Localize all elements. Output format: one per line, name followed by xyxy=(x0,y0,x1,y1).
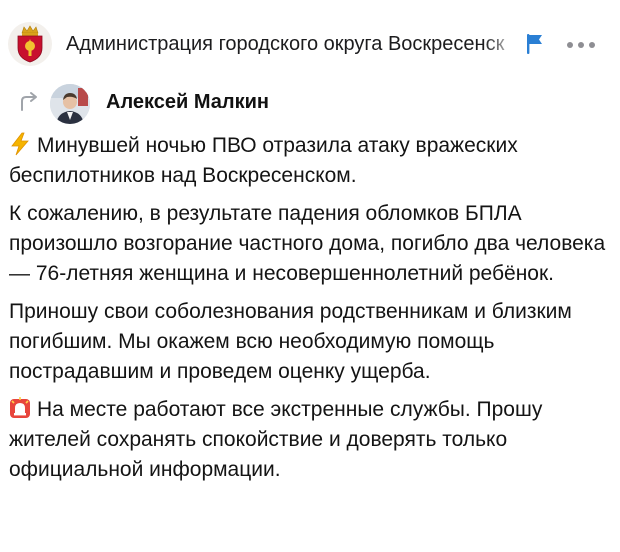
author-photo xyxy=(50,84,90,124)
repost-arrow-icon xyxy=(21,92,37,111)
siren-icon xyxy=(10,397,30,418)
channel-title[interactable]: Администрация городского округа Воскресе… xyxy=(66,33,520,56)
post-header: Администрация городского округа Воскресе… xyxy=(0,0,620,76)
paragraph-text: Приношу свои соболезнования родственника… xyxy=(9,300,572,383)
paragraph-text: Минувшей ночью ПВО отразила атаку вражес… xyxy=(9,134,518,187)
author-name[interactable]: Алексей Малкин xyxy=(106,91,269,114)
flag-icon[interactable] xyxy=(526,33,544,55)
lightning-icon xyxy=(11,132,29,156)
more-dots-icon[interactable] xyxy=(566,41,596,49)
post-paragraph: Минувшей ночью ПВО отразила атаку вражес… xyxy=(9,131,613,191)
paragraph-text: К сожалению, в результате падения обломк… xyxy=(9,202,606,285)
repost-row: Алексей Малкин xyxy=(0,80,620,124)
paragraph-text: На месте работают все экстренные службы.… xyxy=(9,398,543,481)
post-paragraph: К сожалению, в результате падения обломк… xyxy=(9,199,613,289)
post-paragraph: Приношу свои соболезнования родственника… xyxy=(9,297,613,387)
author-avatar[interactable] xyxy=(50,84,90,124)
coat-of-arms-icon xyxy=(17,25,43,63)
post-paragraph: На месте работают все экстренные службы.… xyxy=(9,395,613,485)
channel-avatar[interactable] xyxy=(8,22,52,66)
post-body: Минувшей ночью ПВО отразила атаку вражес… xyxy=(9,131,613,493)
